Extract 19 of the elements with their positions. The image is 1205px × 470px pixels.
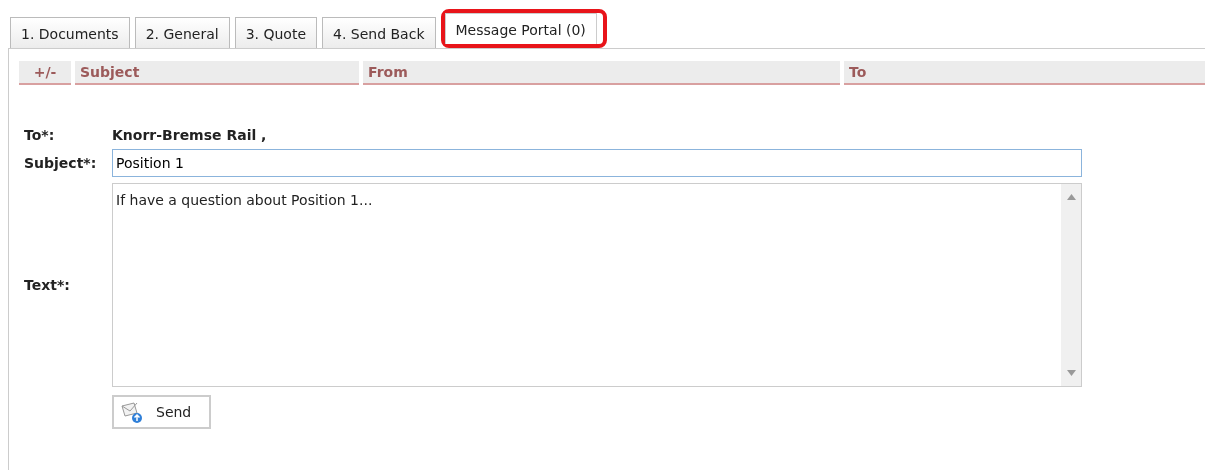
column-header[interactable]: To [844,61,1205,85]
column-header[interactable]: From [363,61,840,85]
tab[interactable]: 4. Send Back [322,17,436,48]
recipient-text: Knorr-Bremse Rail , [112,127,267,143]
subject-field[interactable]: Position 1 [112,149,1082,177]
to-label: To*: [24,127,56,143]
column-header[interactable]: Subject [75,61,359,85]
tab[interactable]: Message Portal (0) [444,13,597,44]
text-label: Text*: [24,277,71,293]
message-textarea[interactable]: If have a question about Position 1... [112,183,1082,387]
tab[interactable]: 1. Documents [10,17,130,48]
column-header[interactable]: +/- [19,61,71,85]
tab[interactable]: 3. Quote [234,17,317,48]
scroll-up-icon[interactable] [1066,194,1076,200]
send-button[interactable]: Send [112,395,212,429]
scroll-down-icon[interactable] [1066,370,1076,376]
subject-label: Subject*: [24,155,98,171]
tab[interactable]: 2. General [134,17,230,48]
envelope-upload-icon [120,400,144,424]
